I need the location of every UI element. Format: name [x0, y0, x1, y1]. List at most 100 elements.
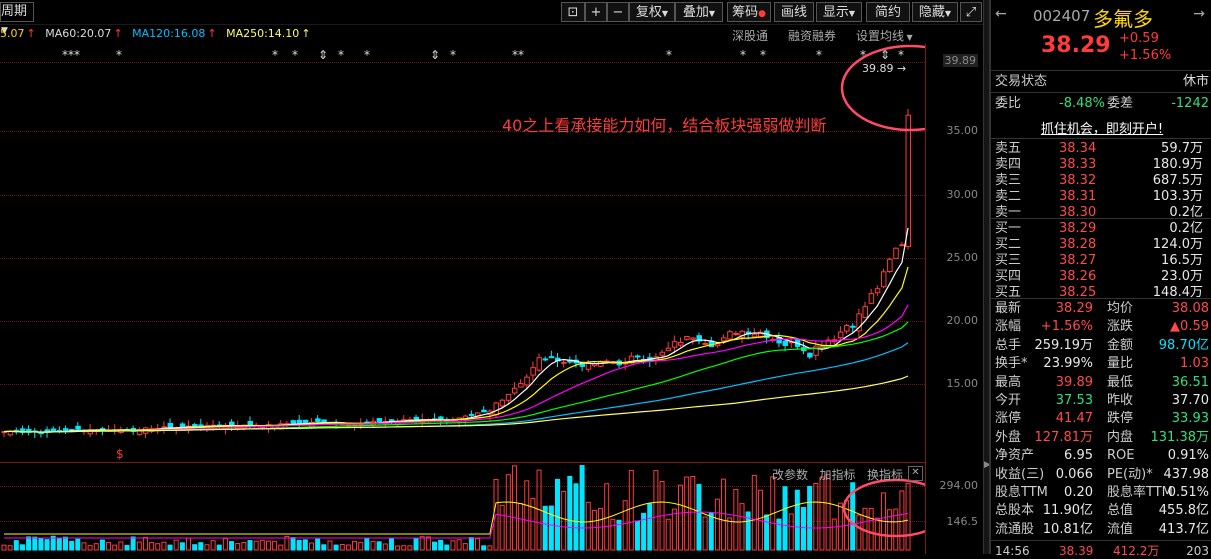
volume-bar	[290, 537, 296, 551]
volume-bar	[555, 478, 560, 551]
volume-bar	[432, 541, 437, 551]
svg-text:***: ***	[62, 48, 80, 62]
volume-bar	[352, 540, 358, 551]
switch-indicator-link[interactable]: 换指标	[867, 468, 903, 482]
quote-stat-row: 总手 259.19万 金额 98.70亿	[995, 337, 1209, 353]
volume-bar	[671, 508, 677, 551]
volume-bar	[585, 501, 591, 551]
volume-bar	[462, 543, 468, 551]
price-change: +0.59	[1119, 31, 1159, 46]
forward-arrow-icon[interactable]: →	[1193, 6, 1205, 22]
order-level-row: 卖五 38.34 59.7万	[995, 141, 1203, 156]
volume-bar	[118, 541, 124, 551]
volume-bar	[573, 483, 579, 551]
volume-bar	[106, 542, 112, 551]
candle-body	[290, 420, 297, 425]
candle-body	[376, 418, 383, 423]
volume-bar	[499, 504, 505, 551]
volume-bar	[235, 543, 241, 551]
volume-bar	[856, 514, 862, 551]
volume-bar	[247, 540, 253, 551]
back-arrow-icon[interactable]: ←	[995, 6, 1007, 22]
candle-body	[561, 361, 567, 364]
volume-bar	[253, 540, 259, 551]
volume-bar	[825, 474, 831, 551]
candle-body	[50, 428, 57, 432]
high-price-callout: 39.89 →	[862, 62, 907, 75]
svg-text:⇕: ⇕	[318, 48, 328, 62]
order-level-row: 买四 38.26 23.0万	[995, 269, 1203, 284]
svg-text:*: *	[450, 48, 456, 62]
quote-stat-row: 最高 39.89 最低 36.51	[995, 374, 1209, 390]
volume-bar	[136, 541, 142, 551]
volume-bar	[604, 483, 610, 551]
volume-bar	[634, 520, 640, 551]
ma-line	[3, 304, 909, 433]
candle-body	[388, 419, 395, 422]
volume-bar	[167, 544, 173, 551]
trade-status-row: 交易状态 休市	[995, 74, 1209, 89]
volume-bar	[241, 542, 247, 551]
volume-bar	[99, 539, 105, 551]
svg-text:⇕: ⇕	[430, 48, 440, 62]
volume-bar	[450, 540, 456, 551]
add-indicator-link[interactable]: 加指标	[819, 468, 855, 482]
price-axis-label: 35.00	[946, 124, 979, 137]
quote-stat-row: 涨幅 +1.56% 涨跌 ▲0.59	[995, 319, 1209, 335]
candle-body	[493, 402, 499, 416]
volume-bar	[868, 507, 874, 551]
bottom-marker: $	[116, 447, 124, 461]
candle-body	[481, 409, 487, 413]
volume-bar	[468, 537, 474, 551]
candle-body	[887, 258, 893, 273]
highlight-circle-bottom	[842, 478, 925, 538]
candle-body	[75, 425, 81, 430]
maximize-icon[interactable]: ⤢	[960, 2, 982, 22]
quote-stat-row: 净资产 6.95 ROE 0.91%	[995, 448, 1209, 464]
candle-body	[893, 247, 899, 259]
volume-bar	[278, 544, 284, 551]
volume-bar	[204, 544, 210, 551]
price-axis-label: 20.00	[946, 314, 979, 327]
volume-bar	[44, 539, 50, 551]
candle-body	[665, 347, 672, 352]
volume-bar	[358, 541, 364, 551]
volume-bar	[370, 540, 376, 551]
order-level-row: 卖二 38.31 103.3万	[995, 189, 1203, 204]
volume-bar	[26, 536, 32, 551]
volume-bar	[819, 476, 825, 551]
edit-params-link[interactable]: 改参数	[772, 468, 808, 482]
ma-line	[3, 342, 909, 433]
volume-bar	[714, 498, 720, 551]
volume-bar	[364, 537, 370, 551]
volume-bar	[395, 545, 401, 551]
kline-chart-area[interactable]: 周期▼ ⊡ + − 复权▼ 叠加▼ 筹码● 画线 显示▼ 简约 隐藏▼ ⤢ 5.…	[0, 0, 983, 554]
volume-bar	[382, 543, 388, 551]
close-icon[interactable]: ✕	[908, 466, 923, 481]
volume-bar	[376, 541, 382, 551]
volume-bar	[678, 484, 683, 551]
order-level-row: 买二 38.28 124.0万	[995, 237, 1203, 252]
volume-bar	[801, 506, 806, 551]
candle-body	[542, 358, 549, 361]
candle-body	[671, 341, 678, 348]
volume-bar	[419, 536, 425, 551]
open-account-link[interactable]: 抓住机会，即刻开户!	[991, 118, 1211, 137]
volume-bar	[518, 503, 524, 551]
volume-bar	[192, 544, 198, 551]
volume-bar	[751, 474, 757, 551]
order-ratio-row: 委比 -8.48% 委差 -1242	[995, 96, 1209, 111]
volume-bar	[210, 540, 216, 551]
volume-bar	[1, 544, 7, 551]
quote-stat-row: 收益(三) 0.066 PE(动)* 437.98	[995, 466, 1209, 482]
volume-bar	[413, 537, 419, 551]
ma-lines	[3, 227, 909, 433]
ma-line	[3, 266, 909, 433]
price-change-pct: +1.56%	[1119, 48, 1172, 63]
volume-bar	[63, 536, 68, 551]
quote-stat-row: 最新 38.29 均价 38.08	[995, 301, 1209, 316]
svg-text:*: *	[740, 48, 746, 62]
volume-bar	[739, 503, 745, 551]
volume-bar	[475, 538, 481, 551]
volume-bar	[155, 543, 161, 551]
